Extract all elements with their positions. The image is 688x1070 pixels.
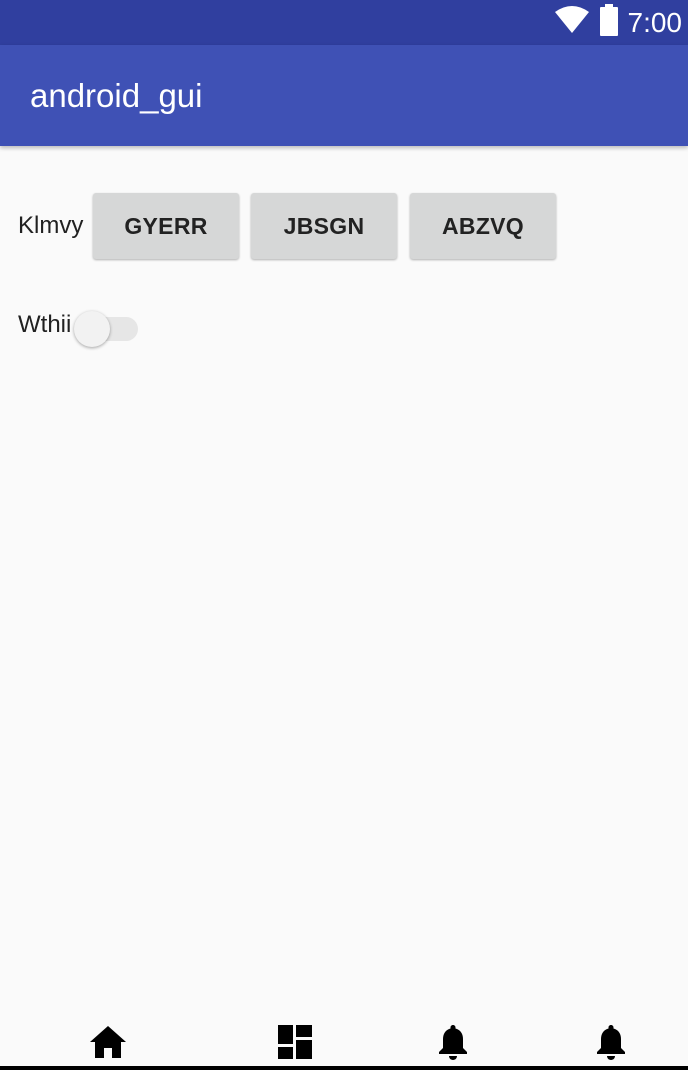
button-row: Klmvy bbox=[18, 193, 83, 259]
status-icons: 7:00 bbox=[554, 0, 683, 45]
row-label: Klmvy bbox=[18, 212, 84, 239]
notifications-icon bbox=[437, 1024, 469, 1065]
app-title: android_gui bbox=[30, 77, 203, 114]
notifications-icon bbox=[595, 1024, 627, 1065]
nav-notifications-button-2[interactable] bbox=[591, 1024, 631, 1064]
bottom-divider bbox=[0, 1066, 688, 1070]
dashboard-icon bbox=[278, 1024, 312, 1064]
status-time: 7:00 bbox=[627, 6, 683, 38]
switch-label: Wthii bbox=[18, 311, 72, 338]
status-bar: 7:00 bbox=[0, 0, 688, 45]
nav-notifications-button[interactable] bbox=[433, 1024, 473, 1064]
home-icon bbox=[89, 1025, 127, 1064]
main-content: Klmvy GYERR JBSGN ABZVQ Wthii bbox=[0, 146, 688, 1016]
wifi-icon bbox=[554, 6, 590, 39]
switch-thumb[interactable] bbox=[74, 311, 110, 347]
jbsgn-button[interactable]: JBSGN bbox=[251, 193, 397, 259]
nav-home-button[interactable] bbox=[88, 1024, 128, 1064]
nav-dashboard-button[interactable] bbox=[275, 1024, 315, 1064]
bottom-navigation bbox=[0, 1016, 688, 1070]
battery-icon bbox=[598, 4, 620, 41]
abzvq-button[interactable]: ABZVQ bbox=[410, 193, 556, 259]
gyerr-button[interactable]: GYERR bbox=[93, 193, 239, 259]
app-bar: android_gui bbox=[0, 45, 688, 146]
